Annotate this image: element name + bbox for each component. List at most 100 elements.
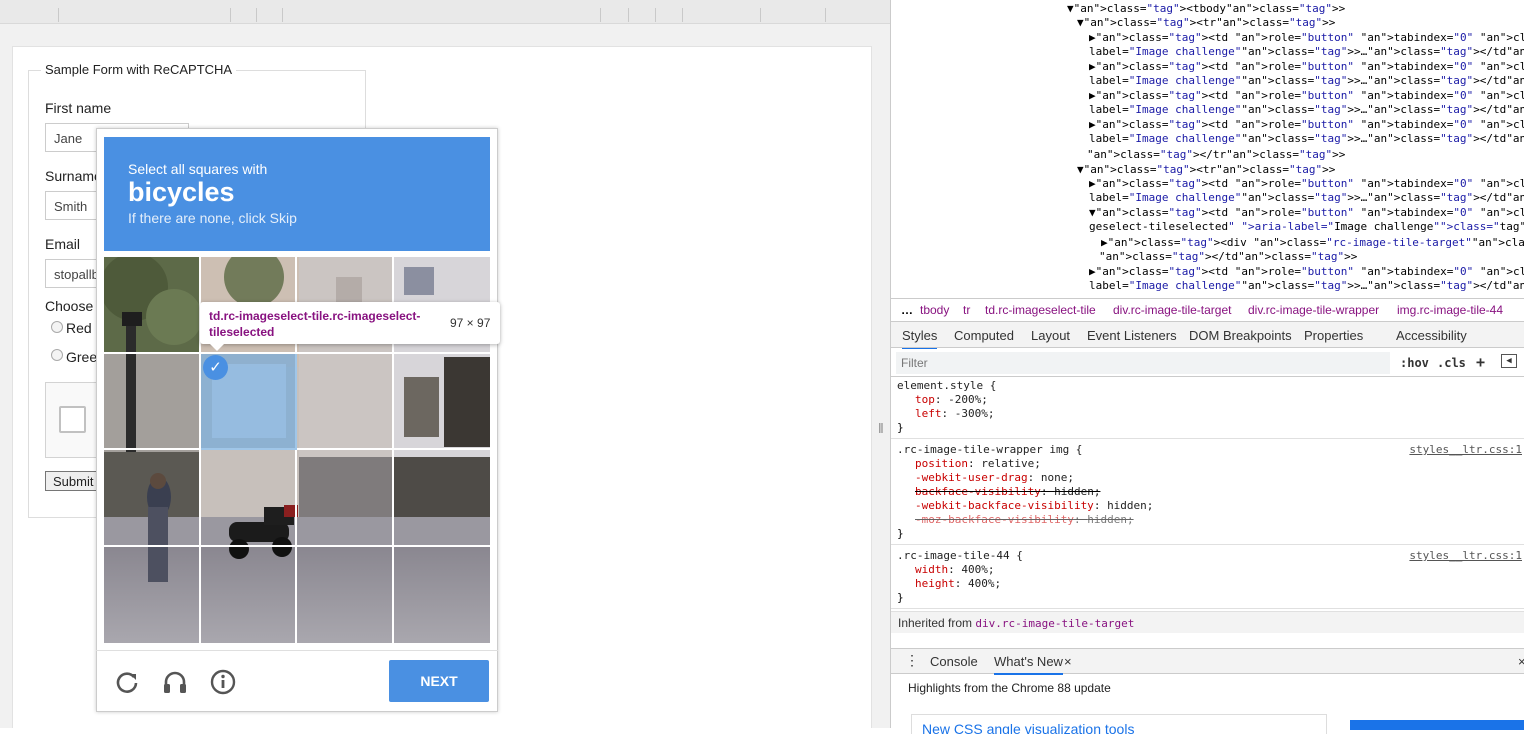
dom-node-line[interactable]: ▶"an">class="tag"><td "an">role="button"…	[1089, 177, 1524, 191]
styles-filter-input[interactable]: Filter	[896, 352, 1390, 374]
rule-source-link[interactable]: styles__ltr.css:1	[1409, 443, 1522, 457]
dom-node-line[interactable]: ▶"an">class="tag"><td "an">role="button"…	[1089, 265, 1524, 279]
rule-close: }	[897, 421, 904, 434]
dom-node-line[interactable]: ▶"an">class="tag"><td "an">role="button"…	[1089, 60, 1524, 74]
styles-tab-bar: Styles Computed Layout Event Listeners D…	[891, 322, 1524, 350]
whats-new-video-card[interactable]	[1350, 720, 1524, 730]
inherited-row: Inherited from div.rc-image-tile-target	[891, 611, 1524, 633]
whats-new-card[interactable]: New CSS angle visualization tools	[911, 714, 1327, 734]
email-label: Email	[45, 236, 81, 252]
devtools-inspect-tooltip: td.rc-imageselect-tile.rc-imageselect-ti…	[200, 302, 500, 344]
elements-tree: ▼"an">class="tag"><tbody"an">class="tag"…	[891, 0, 1524, 298]
captcha-tile[interactable]	[104, 257, 199, 352]
captcha-footer-divider	[96, 650, 498, 651]
breadcrumb-item[interactable]: td.rc-imageselect-tile	[985, 303, 1096, 317]
reload-icon[interactable]	[113, 668, 141, 696]
radio-green[interactable]	[51, 349, 63, 361]
tooltip-selector: td.rc-imageselect-tile.rc-imageselect-ti…	[209, 309, 421, 339]
dom-node-line[interactable]: ▼"an">class="tag"><tr"an">class="tag">>	[1077, 16, 1335, 30]
info-icon[interactable]	[209, 668, 237, 696]
tab-whats-new[interactable]: What's New	[994, 654, 1063, 675]
style-property[interactable]: top: -200%;	[915, 393, 988, 407]
rule-selector[interactable]: .rc-image-tile-wrapper img {	[897, 443, 1082, 457]
tab-layout[interactable]: Layout	[1031, 328, 1070, 343]
captcha-instruction: Select all squares with	[128, 161, 268, 177]
tab-console[interactable]: Console	[930, 654, 978, 669]
dom-node-line[interactable]: ▼"an">class="tag"><td "an">role="button"…	[1089, 206, 1524, 220]
breadcrumb: … tbody tr td.rc-imageselect-tile div.rc…	[891, 298, 1524, 322]
close-tab-icon[interactable]: ×	[1064, 654, 1072, 669]
dom-node-line[interactable]: ▶"an">class="tag"><td "an">role="button"…	[1089, 118, 1524, 132]
recaptcha-checkbox[interactable]	[59, 406, 86, 433]
checkmark-icon: ✓	[203, 355, 228, 380]
rule-close: }	[897, 591, 904, 604]
form-legend: Sample Form with ReCAPTCHA	[41, 62, 237, 77]
dom-node-line-wrap: label="Image challenge""an">class="tag">…	[1089, 103, 1524, 116]
dom-node-line-wrap: geselect-tileselected" ">aria-label="Ima…	[1089, 220, 1524, 233]
inherited-label: Inherited from	[898, 616, 973, 630]
style-property[interactable]: position: relative;	[915, 457, 1041, 471]
radio-red[interactable]	[51, 321, 63, 333]
dom-node-line-wrap: label="Image challenge""an">class="tag">…	[1089, 74, 1524, 87]
dom-node-line[interactable]: ▼"an">class="tag"><tr"an">class="tag">>	[1077, 163, 1335, 177]
inherited-selector[interactable]: div.rc-image-tile-target	[975, 617, 1134, 630]
captcha-target: bicycles	[128, 177, 235, 207]
drawer-tab-bar: ⋮ Console What's New × ×	[891, 648, 1524, 675]
captcha-hint: If there are none, click Skip	[128, 210, 297, 226]
close-drawer-icon[interactable]: ×	[1518, 654, 1524, 669]
style-property[interactable]: left: -300%;	[915, 407, 995, 421]
tab-computed[interactable]: Computed	[954, 328, 1014, 343]
dom-node-line-wrap: label="Image challenge""an">class="tag">…	[1089, 191, 1524, 204]
dom-node-line[interactable]: ▶"an">class="tag"><div "an">class="rc-im…	[1101, 236, 1524, 250]
style-property[interactable]: backface-visibility: hidden;	[915, 485, 1100, 499]
top-strip	[0, 0, 890, 24]
dom-node-line[interactable]: ▼"an">class="tag"><tbody"an">class="tag"…	[1067, 2, 1345, 16]
drawer-menu-icon[interactable]: ⋮	[905, 652, 919, 669]
breadcrumb-item[interactable]: tr	[963, 303, 970, 317]
tab-event-listeners[interactable]: Event Listeners	[1087, 328, 1177, 343]
style-property[interactable]: width: 400%;	[915, 563, 995, 577]
style-rule: .rc-image-tile-44 { styles__ltr.css:1widt…	[891, 547, 1524, 609]
dom-node-line[interactable]: ▶"an">class="tag"><td "an">role="button"…	[1089, 89, 1524, 103]
rule-selector[interactable]: element.style {	[897, 379, 996, 393]
breadcrumb-item[interactable]: img.rc-image-tile-44	[1397, 303, 1503, 317]
style-rule: .rc-image-tile-wrapper img { styles__ltr.…	[891, 441, 1524, 545]
breadcrumb-item[interactable]: div.rc-image-tile-target	[1113, 303, 1231, 317]
style-property[interactable]: -webkit-user-drag: none;	[915, 471, 1074, 485]
surname-label: Surname	[45, 168, 102, 184]
style-property[interactable]: -webkit-backface-visibility: hidden;	[915, 499, 1153, 513]
headphones-icon[interactable]	[161, 668, 189, 696]
captcha-header: Select all squares with bicycles If ther…	[104, 137, 490, 251]
breadcrumb-item[interactable]: tbody	[920, 303, 949, 317]
choose-label: Choose	[45, 298, 94, 314]
breadcrumb-item[interactable]: div.rc-image-tile-wrapper	[1248, 303, 1379, 317]
rule-close: }	[897, 527, 904, 540]
style-property[interactable]: height: 400%;	[915, 577, 1001, 591]
dom-node-line-wrap: label="Image challenge""an">class="tag">…	[1089, 45, 1524, 58]
dom-node-line[interactable]: ▶"an">class="tag"><td "an">role="button"…	[1089, 31, 1524, 45]
panel-splitter-handle[interactable]: ‖	[878, 420, 886, 450]
cls-toggle[interactable]: .cls	[1437, 356, 1466, 370]
whats-new-heading: Highlights from the Chrome 88 update	[908, 681, 1111, 695]
tab-dom-breakpoints[interactable]: DOM Breakpoints	[1189, 328, 1292, 343]
dom-node-line-wrap: label="Image challenge""an">class="tag">…	[1089, 132, 1524, 145]
dom-node-line-wrap: label="Image challenge""an">class="tag">…	[1089, 279, 1524, 292]
dom-node-line[interactable]: "an">class="tag"></td"an">class="tag">>	[1099, 250, 1357, 264]
tab-properties[interactable]: Properties	[1304, 328, 1363, 343]
captcha-tile[interactable]	[104, 354, 199, 449]
add-rule-icon[interactable]: +	[1476, 353, 1485, 371]
style-rule: element.style {top: -200%; left: -300%;}	[891, 377, 1524, 439]
first-name-label: First name	[45, 100, 112, 116]
sidebar-toggle-icon[interactable]: ◀	[1501, 354, 1517, 368]
style-property[interactable]: -moz-backface-visibility: hidden;	[915, 513, 1134, 527]
dom-node-line[interactable]: "an">class="tag"></tr"an">class="tag">>	[1087, 148, 1345, 162]
tooltip-size: 97 × 97	[450, 316, 491, 330]
tab-accessibility[interactable]: Accessibility	[1396, 328, 1467, 343]
tab-styles[interactable]: Styles	[902, 328, 938, 350]
rule-source-link[interactable]: styles__ltr.css:1	[1409, 549, 1522, 563]
rule-selector[interactable]: .rc-image-tile-44 {	[897, 549, 1023, 563]
next-button[interactable]: NEXT	[389, 660, 489, 702]
hov-toggle[interactable]: :hov	[1400, 356, 1429, 370]
breadcrumb-item[interactable]: …	[901, 303, 913, 317]
radio-red-label: Red	[66, 320, 92, 336]
